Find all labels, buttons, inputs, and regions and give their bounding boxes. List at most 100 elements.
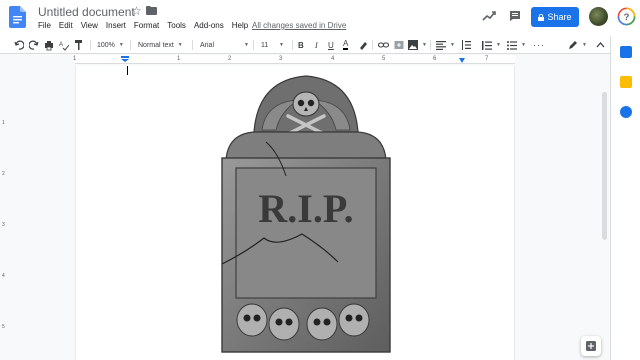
style-value: Normal text <box>138 41 174 49</box>
text-color-icon[interactable]: A <box>343 38 349 50</box>
link-icon[interactable] <box>378 38 389 52</box>
toolbar-divider <box>253 40 254 50</box>
menu-view[interactable]: View <box>81 21 98 30</box>
chevron-down-icon: ▼ <box>177 42 183 48</box>
chevron-down-icon: ▼ <box>422 42 427 48</box>
chevron-down-icon: ▼ <box>496 42 501 48</box>
ruler-track[interactable]: 1 1 2 3 4 5 6 7 <box>73 55 515 64</box>
vruler-number: 1 <box>2 120 5 126</box>
explore-icon <box>586 341 596 351</box>
bold-icon[interactable]: B <box>298 38 304 52</box>
lock-icon <box>538 13 545 21</box>
ruler-number: 1 <box>177 56 181 62</box>
bulleted-list-button[interactable]: ▼ <box>507 38 526 52</box>
rip-engraving: R.I.P. <box>258 186 353 231</box>
activity-trend-icon[interactable] <box>482 10 496 22</box>
ruler-number: 3 <box>279 56 283 62</box>
header: Untitled document ☆ File Edit View Inser… <box>0 0 640 36</box>
more-options-icon[interactable]: ··· <box>533 38 545 52</box>
document-title[interactable]: Untitled document <box>38 5 135 19</box>
vertical-ruler: 1 2 3 4 5 <box>0 66 8 360</box>
avatar[interactable] <box>589 7 608 26</box>
font-size-value: 11 <box>261 41 269 49</box>
underline-icon[interactable]: U <box>328 38 334 52</box>
comment-icon[interactable] <box>509 10 521 22</box>
align-button[interactable]: ▼ <box>436 38 455 52</box>
toolbar-divider <box>292 40 293 50</box>
style-select[interactable]: Normal text ▼ <box>138 38 183 52</box>
ruler-number: 4 <box>331 56 335 62</box>
save-status[interactable]: All changes saved in Drive <box>252 21 346 30</box>
numbered-list-button[interactable]: ▼ <box>482 38 501 52</box>
share-label: Share <box>547 12 572 22</box>
toolbar-divider <box>430 40 431 50</box>
line-spacing-icon[interactable] <box>461 38 471 52</box>
document-page[interactable]: R.I.P. <box>75 66 515 360</box>
docs-logo-icon[interactable] <box>9 6 26 28</box>
star-icon[interactable]: ☆ <box>131 4 142 18</box>
explore-button[interactable] <box>581 336 601 356</box>
ruler-number: 2 <box>228 56 232 62</box>
horizontal-ruler: 1 1 2 3 4 5 6 7 <box>0 55 610 65</box>
ruler-number: 6 <box>433 56 437 62</box>
zoom-select[interactable]: 100% ▼ <box>97 38 124 52</box>
insert-image-button[interactable]: ▼ <box>408 38 427 52</box>
help-icon[interactable]: ? <box>617 7 636 26</box>
font-select[interactable]: Arial ▼ <box>200 38 249 52</box>
vruler-number: 4 <box>2 273 5 279</box>
menu-bar: File Edit View Insert Format Tools Add-o… <box>38 21 256 30</box>
bulleted-list-icon <box>507 40 517 50</box>
chevron-down-icon: ▼ <box>118 42 124 48</box>
calendar-icon[interactable] <box>620 46 632 58</box>
align-left-icon <box>436 40 446 50</box>
tombstone-image[interactable]: R.I.P. <box>206 72 406 354</box>
text-cursor <box>127 66 128 75</box>
chevron-down-icon: ▼ <box>279 42 284 48</box>
toolbar-divider <box>192 40 193 50</box>
menu-format[interactable]: Format <box>134 21 159 30</box>
toolbar-divider <box>372 40 373 50</box>
menu-addons[interactable]: Add-ons <box>194 21 224 30</box>
chevron-down-icon: ▼ <box>582 42 587 48</box>
svg-text:A: A <box>59 42 63 48</box>
paint-format-icon[interactable] <box>74 38 84 52</box>
collapse-menus-icon[interactable] <box>596 38 605 52</box>
menu-tools[interactable]: Tools <box>167 21 186 30</box>
ruler-number: 1 <box>73 56 77 62</box>
menu-edit[interactable]: Edit <box>59 21 73 30</box>
redo-icon[interactable] <box>29 38 39 52</box>
google-docs-app: Untitled document ☆ File Edit View Inser… <box>0 0 640 360</box>
vruler-number: 2 <box>2 171 5 177</box>
image-icon <box>408 40 418 50</box>
pencil-icon <box>569 41 577 49</box>
menu-file[interactable]: File <box>38 21 51 30</box>
ruler-number: 7 <box>485 56 489 62</box>
right-indent-marker-icon[interactable] <box>459 58 465 63</box>
folder-icon[interactable] <box>146 6 157 15</box>
undo-icon[interactable] <box>14 38 24 52</box>
share-button[interactable]: Share <box>531 7 579 27</box>
add-comment-icon[interactable] <box>394 38 404 52</box>
svg-text:?: ? <box>624 12 630 23</box>
font-value: Arial <box>200 41 215 49</box>
chevron-down-icon: ▼ <box>244 42 249 48</box>
toolbar-divider <box>130 40 131 50</box>
menu-help[interactable]: Help <box>232 21 248 30</box>
keep-icon[interactable] <box>620 76 632 88</box>
editing-mode-button[interactable]: ▼ <box>568 38 587 52</box>
side-panel <box>610 36 640 360</box>
highlight-icon[interactable] <box>358 38 368 52</box>
toolbar: A 100% ▼ Normal text ▼ Arial ▼ 11 ▼ B I U A … <box>0 36 640 54</box>
chevron-down-icon: ▼ <box>521 42 526 48</box>
numbered-list-icon <box>482 40 492 50</box>
print-icon[interactable] <box>44 38 54 52</box>
spellcheck-icon[interactable]: A <box>59 38 69 52</box>
font-size-select[interactable]: 11 ▼ <box>261 38 284 52</box>
indent-marker-icon[interactable] <box>121 56 129 62</box>
italic-icon[interactable]: I <box>315 38 318 52</box>
tasks-icon[interactable] <box>620 106 632 118</box>
zoom-value: 100% <box>97 41 115 49</box>
scrollbar[interactable] <box>602 92 607 240</box>
menu-insert[interactable]: Insert <box>106 21 126 30</box>
chevron-down-icon: ▼ <box>450 42 455 48</box>
